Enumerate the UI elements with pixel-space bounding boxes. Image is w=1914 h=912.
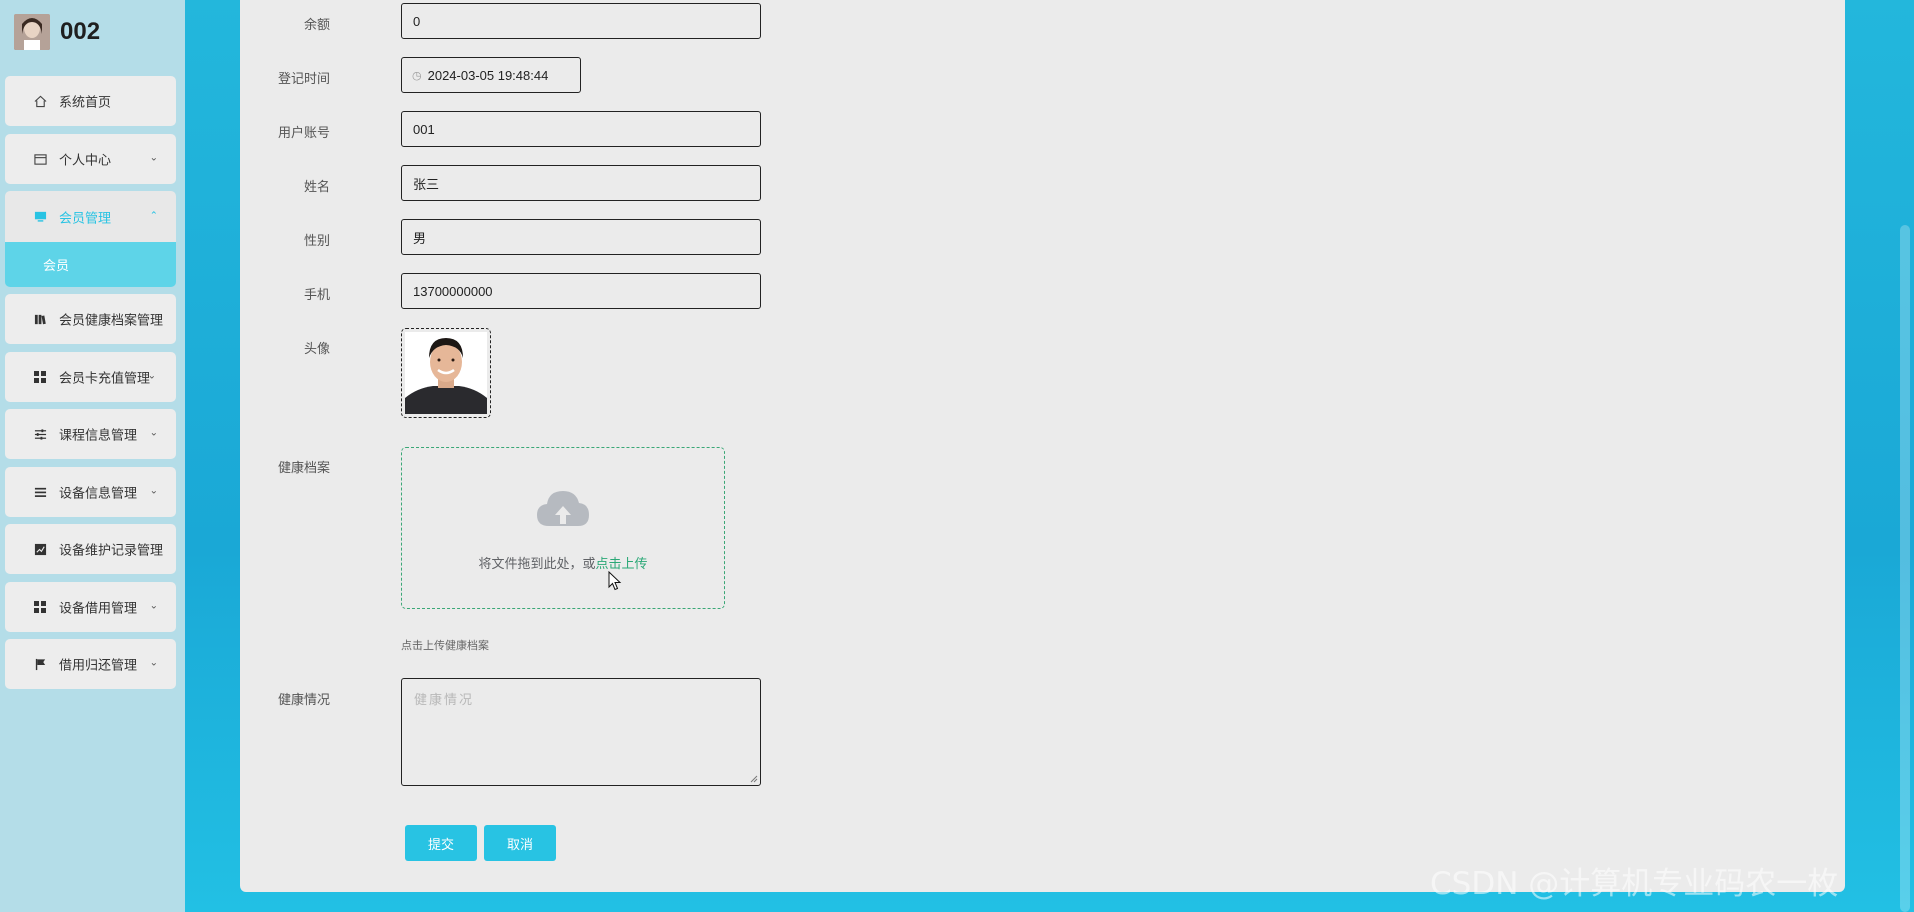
sidebar-item-label: 课程信息管理 [59, 427, 138, 443]
health-file-dropzone[interactable]: 将文件拖到此处，或点击上传 [401, 447, 725, 609]
register-time-picker[interactable]: ◷ 2024-03-05 19:48:44 [401, 57, 581, 93]
submit-button[interactable]: 提交 [405, 825, 477, 861]
mouse-cursor-icon [608, 571, 622, 591]
name-label: 姓名 [303, 179, 330, 194]
register-time-value: 2024-03-05 19:48:44 [427, 67, 549, 83]
sidebar-item-label: 设备借用管理 [59, 600, 138, 616]
submenu-item-member[interactable]: 会员 [5, 242, 176, 287]
sidebar-item-course-info[interactable]: 课程信息管理 ⌄ [5, 409, 176, 459]
resize-handle-icon[interactable] [750, 775, 758, 783]
monitor-icon [33, 210, 47, 224]
sidebar-item-home[interactable]: 系统首页 [5, 76, 176, 126]
health-status-textarea[interactable]: 健康情况 [401, 678, 761, 786]
chevron-down-icon: ⌄ [149, 600, 158, 612]
sidebar-item-health-records[interactable]: 会员健康档案管理 [5, 294, 176, 344]
grid-icon [33, 600, 47, 614]
phone-field[interactable]: 13700000000 [401, 273, 761, 309]
brand-title: 002 [60, 18, 101, 45]
health-file-label: 健康档案 [277, 460, 330, 475]
avatar-upload[interactable] [401, 328, 491, 418]
chevron-down-icon: ⌄ [149, 657, 158, 669]
sidebar-item-label: 设备信息管理 [59, 485, 138, 501]
cancel-button[interactable]: 取消 [484, 825, 556, 861]
watermark: CSDN @计算机专业码农一枚 [1430, 866, 1839, 902]
account-label: 用户账号 [277, 125, 330, 140]
sidebar-item-equipment-borrow[interactable]: 设备借用管理 ⌄ [5, 582, 176, 632]
user-avatar[interactable] [14, 14, 50, 50]
chevron-up-icon: ⌃ [149, 209, 158, 221]
balance-field[interactable]: 0 [401, 3, 761, 39]
sliders-icon [33, 427, 47, 441]
chevron-down-icon: ⌄ [149, 485, 158, 497]
sidebar-item-card-recharge[interactable]: 会员卡充值管理 ⌄ [5, 352, 176, 402]
phone-label: 手机 [303, 287, 330, 302]
health-status-placeholder: 健康情况 [414, 692, 475, 707]
sidebar-item-label: 系统首页 [59, 94, 112, 110]
sidebar-item-label: 借用归还管理 [59, 657, 138, 673]
sidebar-item-label: 设备维护记录管理 [59, 542, 164, 558]
upload-drag-text: 将文件拖到此处，或 [478, 556, 596, 571]
clock-icon: ◷ [412, 69, 422, 82]
list-icon [33, 485, 47, 499]
upload-link[interactable]: 点击上传 [596, 556, 648, 571]
upload-tip: 点击上传健康档案 [401, 640, 489, 652]
name-field[interactable]: 张三 [401, 165, 761, 201]
chevron-down-icon: ⌄ [149, 427, 158, 439]
sidebar-item-label: 会员健康档案管理 [59, 312, 164, 328]
chevron-down-icon: ⌄ [149, 152, 158, 164]
avatar-label: 头像 [303, 341, 330, 356]
home-icon [33, 94, 47, 108]
cloud-upload-icon [537, 491, 589, 526]
sidebar-item-maintenance-records[interactable]: 设备维护记录管理 [5, 524, 176, 574]
sidebar-item-label: 个人中心 [59, 152, 112, 168]
balance-label: 余额 [303, 17, 330, 32]
sidebar-item-member-management[interactable]: 会员管理 ⌃ [5, 191, 176, 242]
sidebar-item-equipment-info[interactable]: 设备信息管理 ⌄ [5, 467, 176, 517]
account-field[interactable]: 001 [401, 111, 761, 147]
flag-icon [33, 657, 47, 671]
chevron-down-icon: ⌄ [147, 370, 156, 382]
grid-icon [33, 370, 47, 384]
card-icon [33, 152, 47, 166]
avatar-image [405, 332, 487, 414]
sidebar-item-borrow-return[interactable]: 借用归还管理 ⌄ [5, 639, 176, 689]
health-status-label: 健康情况 [277, 692, 330, 707]
sidebar-item-personal-center[interactable]: 个人中心 ⌄ [5, 134, 176, 184]
scrollbar-thumb[interactable] [1900, 225, 1910, 912]
register-time-label: 登记时间 [277, 71, 330, 86]
sidebar-item-label: 会员管理 [59, 210, 112, 225]
brand: 002 [14, 14, 100, 50]
sidebar: 002 系统首页 个人中心 ⌄ 会员管理 ⌃ 会员 会员健康档案管理 会员卡充值… [0, 0, 185, 912]
gender-label: 性别 [303, 233, 330, 248]
gender-select[interactable]: 男 [401, 219, 761, 255]
upload-instructions: 将文件拖到此处，或点击上传 [402, 553, 724, 572]
chart-icon [33, 542, 47, 556]
sidebar-item-label: 会员卡充值管理 [59, 370, 151, 386]
books-icon [33, 312, 47, 326]
